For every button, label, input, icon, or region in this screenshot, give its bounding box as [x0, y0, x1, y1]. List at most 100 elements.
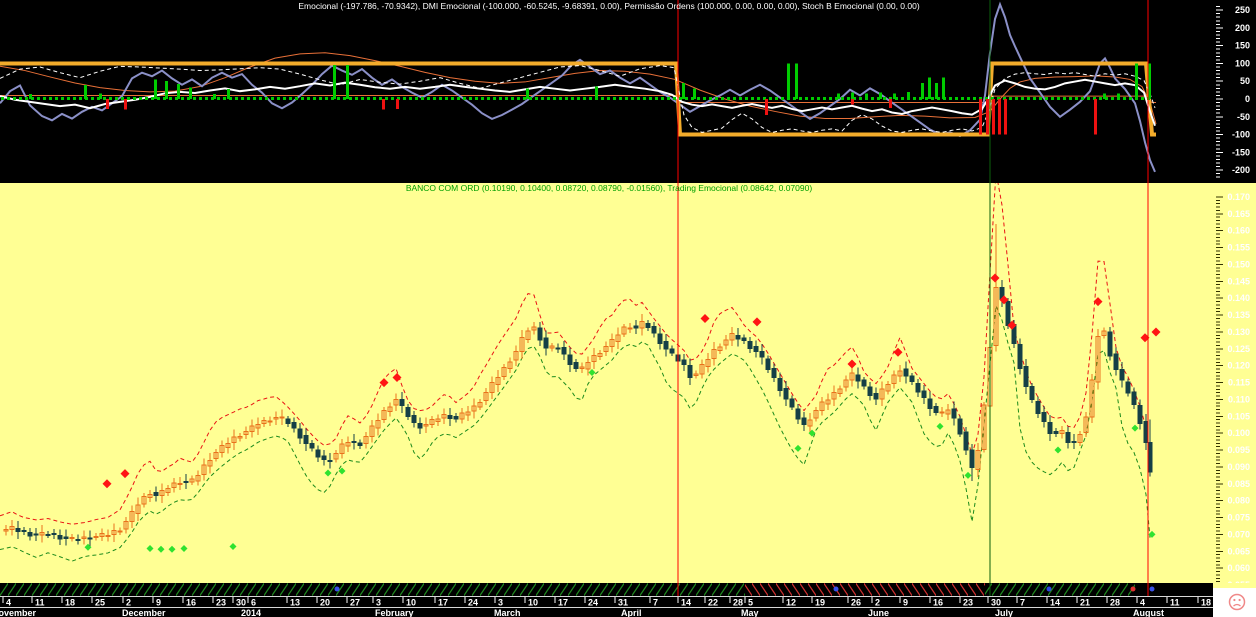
svg-text:28: 28	[733, 598, 743, 608]
svg-text:19: 19	[815, 598, 825, 608]
trend-band-up	[985, 583, 1135, 596]
svg-text:100: 100	[1235, 58, 1250, 68]
svg-text:50: 50	[1240, 76, 1250, 86]
svg-text:0.080: 0.080	[1227, 496, 1250, 506]
svg-text:18: 18	[65, 598, 75, 608]
svg-text:July: July	[995, 608, 1013, 617]
svg-text:9: 9	[156, 598, 161, 608]
svg-text:150: 150	[1235, 41, 1250, 51]
trading-terminal-window: 250 200 150 100 50 0 -50 -100 -150 -200 Emocional…	[0, 0, 1256, 617]
svg-text:12: 12	[786, 598, 796, 608]
svg-text:March: March	[494, 608, 521, 617]
svg-text:22: 22	[708, 598, 718, 608]
svg-text:2: 2	[126, 598, 131, 608]
svg-text:December: December	[122, 608, 166, 617]
svg-text:0.170: 0.170	[1227, 192, 1250, 202]
trend-direction-band	[0, 583, 1155, 596]
svg-text:20: 20	[320, 598, 330, 608]
svg-text:0: 0	[1245, 94, 1250, 104]
svg-text:November: November	[0, 608, 37, 617]
svg-text:23: 23	[963, 598, 973, 608]
svg-text:7: 7	[653, 598, 658, 608]
svg-text:2: 2	[875, 598, 880, 608]
svg-text:16: 16	[186, 598, 196, 608]
svg-text:0.120: 0.120	[1227, 361, 1250, 371]
trade-event-marker	[833, 586, 839, 592]
svg-text:-100: -100	[1232, 130, 1250, 140]
svg-text:26: 26	[851, 598, 861, 608]
trade-event-marker	[334, 586, 340, 592]
svg-text:5: 5	[748, 598, 753, 608]
svg-text:16: 16	[933, 598, 943, 608]
svg-text:0.165: 0.165	[1227, 209, 1250, 219]
svg-text:0.115: 0.115	[1228, 378, 1250, 388]
svg-text:17: 17	[438, 598, 448, 608]
time-axis-surface[interactable]: 4 11 18 25 2 9 16 23 30 6 13 20 27 3 10 17 24 3 10 17 24 31 7 1…	[0, 583, 1256, 617]
svg-text:10: 10	[528, 598, 538, 608]
svg-text:11: 11	[35, 598, 45, 608]
svg-text:0.090: 0.090	[1227, 462, 1250, 472]
svg-text:24: 24	[588, 598, 598, 608]
svg-text:0.130: 0.130	[1227, 327, 1250, 337]
svg-text:-150: -150	[1232, 147, 1250, 157]
svg-text:-50: -50	[1237, 112, 1250, 122]
svg-text:4: 4	[6, 598, 11, 608]
svg-text:9: 9	[903, 598, 908, 608]
svg-text:0.135: 0.135	[1227, 310, 1250, 320]
svg-text:February: February	[375, 608, 414, 617]
trend-band-up	[0, 583, 745, 596]
price-chart-panel[interactable]: 0.170 0.165 0.160 0.155 0.150 0.145 0.140 0.135…	[0, 183, 1256, 583]
svg-text:18: 18	[1201, 598, 1211, 608]
svg-text:14: 14	[1050, 598, 1060, 608]
svg-text:30: 30	[991, 598, 1001, 608]
svg-text:31: 31	[618, 598, 628, 608]
svg-text:0.060: 0.060	[1227, 563, 1250, 573]
svg-text:14: 14	[681, 598, 691, 608]
trade-event-marker	[1046, 586, 1052, 592]
indicator-chart-surface[interactable]: 250 200 150 100 50 0 -50 -100 -150 -200	[0, 0, 1256, 183]
svg-text:0.155: 0.155	[1227, 243, 1250, 253]
svg-text:0.160: 0.160	[1227, 226, 1250, 236]
svg-text:April: April	[621, 608, 642, 617]
svg-text:28: 28	[1110, 598, 1120, 608]
svg-text:250: 250	[1235, 5, 1250, 15]
svg-text:13: 13	[290, 598, 300, 608]
svg-text:0.110: 0.110	[1228, 394, 1250, 404]
svg-text:0.095: 0.095	[1227, 445, 1250, 455]
svg-text:4: 4	[1140, 598, 1145, 608]
indicator-panel[interactable]: 250 200 150 100 50 0 -50 -100 -150 -200 Emocional…	[0, 0, 1256, 183]
svg-text:0.085: 0.085	[1227, 479, 1250, 489]
svg-text:0.105: 0.105	[1227, 411, 1250, 421]
svg-text:3: 3	[498, 598, 503, 608]
svg-text:25: 25	[95, 598, 105, 608]
svg-text:3: 3	[376, 598, 381, 608]
svg-text:June: June	[868, 608, 889, 617]
svg-text:0.125: 0.125	[1227, 344, 1250, 354]
svg-text:0.145: 0.145	[1227, 276, 1250, 286]
price-chart-surface[interactable]: 0.170 0.165 0.160 0.155 0.150 0.145 0.140 0.135…	[0, 183, 1256, 583]
svg-text:7: 7	[1020, 598, 1025, 608]
svg-text:May: May	[741, 608, 759, 617]
trade-event-marker	[1149, 586, 1155, 592]
svg-text:27: 27	[350, 598, 360, 608]
svg-text:2014: 2014	[241, 608, 261, 617]
trend-band-down	[745, 583, 985, 596]
trade-event-marker	[1130, 586, 1136, 592]
svg-text:0.065: 0.065	[1227, 546, 1250, 556]
svg-text:0.140: 0.140	[1227, 293, 1250, 303]
svg-text:24: 24	[468, 598, 478, 608]
svg-text:0.075: 0.075	[1227, 513, 1250, 523]
svg-text:10: 10	[406, 598, 416, 608]
svg-text:0.150: 0.150	[1227, 259, 1250, 269]
svg-text:30: 30	[236, 598, 246, 608]
svg-text:11: 11	[1170, 598, 1180, 608]
time-axis[interactable]: 4 11 18 25 2 9 16 23 30 6 13 20 27 3 10 17 24 3 10 17 24 31 7 1…	[0, 583, 1256, 617]
svg-text:21: 21	[1080, 598, 1090, 608]
svg-text:200: 200	[1235, 23, 1250, 33]
svg-text:August: August	[1133, 608, 1164, 617]
svg-text:0.100: 0.100	[1227, 428, 1250, 438]
svg-text:17: 17	[558, 598, 568, 608]
svg-text:-200: -200	[1232, 165, 1250, 175]
svg-text:6: 6	[251, 598, 256, 608]
svg-text:23: 23	[216, 598, 226, 608]
